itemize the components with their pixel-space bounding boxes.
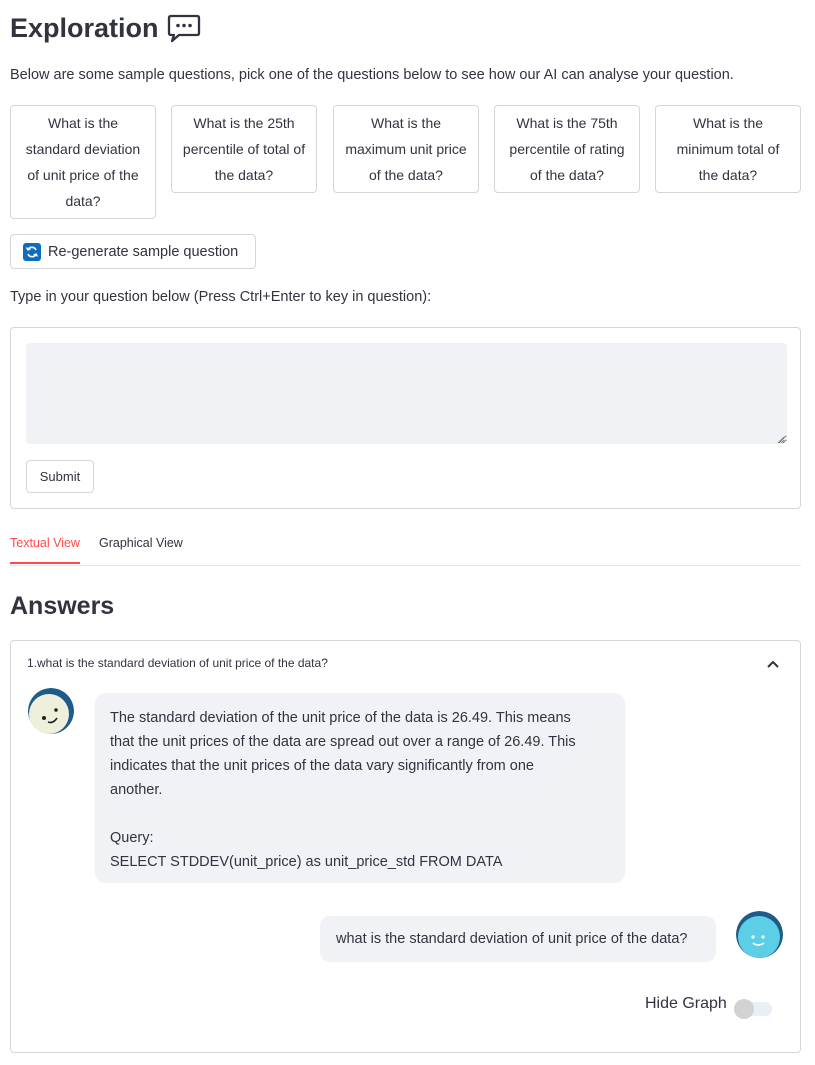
regenerate-button[interactable]: Re-generate sample question	[10, 234, 256, 269]
submit-button[interactable]: Submit	[26, 460, 94, 493]
sample-question-button-2[interactable]: What is the 25th percentile of total of …	[171, 105, 317, 193]
user-message: what is the standard deviation of unit p…	[320, 916, 716, 962]
regenerate-label: Re-generate sample question	[48, 243, 239, 260]
page-title: Exploration	[10, 12, 201, 44]
query-label: Query:	[110, 830, 154, 846]
bot-message-line: another.	[110, 782, 163, 798]
bot-message-line: that the unit prices of the data are spr…	[110, 734, 576, 750]
intro-text: Below are some sample questions, pick on…	[10, 67, 734, 83]
resize-handle-icon[interactable]	[775, 431, 785, 449]
toggle-knob	[734, 999, 754, 1019]
refresh-icon	[23, 242, 41, 261]
hide-graph-toggle[interactable]	[734, 999, 772, 1019]
bot-message: The standard deviation of the unit price…	[95, 693, 625, 883]
hide-graph-label: Hide Graph	[645, 995, 727, 1012]
answers-heading: Answers	[10, 592, 115, 620]
question-input[interactable]	[26, 343, 787, 444]
bot-message-line: The standard deviation of the unit price…	[110, 710, 571, 726]
tab-textual-view[interactable]: Textual View	[10, 536, 80, 564]
speech-bubble-icon	[167, 12, 201, 44]
sample-question-button-3[interactable]: What is the maximum unit price of the da…	[333, 105, 479, 193]
user-avatar	[736, 911, 783, 958]
sample-question-button-1[interactable]: What is the standard deviation of unit p…	[10, 105, 156, 219]
query-text: SELECT STDDEV(unit_price) as unit_price_…	[110, 854, 503, 870]
answer-expander-header[interactable]: 1.what is the standard deviation of unit…	[27, 656, 328, 670]
bot-avatar	[28, 688, 74, 734]
tab-graphical-view[interactable]: Graphical View	[99, 536, 183, 562]
chevron-up-icon[interactable]	[766, 657, 780, 675]
sample-question-button-5[interactable]: What is the minimum total of the data?	[655, 105, 801, 193]
sample-question-button-4[interactable]: What is the 75th percentile of rating of…	[494, 105, 640, 193]
tabs-divider	[10, 565, 801, 566]
bot-message-line: indicates that the unit prices of the da…	[110, 758, 534, 774]
page-title-text: Exploration	[10, 12, 159, 43]
question-input-label: Type in your question below (Press Ctrl+…	[10, 289, 432, 305]
